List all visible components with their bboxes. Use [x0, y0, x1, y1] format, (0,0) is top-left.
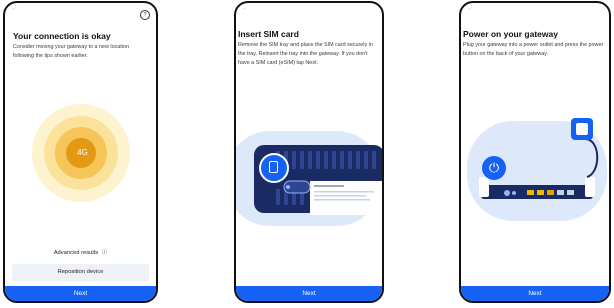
advanced-results-label: Advanced results [53, 250, 99, 256]
status-dot: · [13, 6, 15, 12]
network-badge: 4G [77, 148, 88, 157]
reposition-device-button[interactable]: Reposition device [12, 264, 149, 281]
next-button[interactable]: Next [236, 286, 382, 301]
power-outlet-icon [571, 118, 593, 140]
page-description: Plug your gateway into a power outlet an… [463, 42, 604, 57]
screen-insert-sim: · Insert SIM card Remove the SIM tray an… [234, 1, 384, 303]
next-button[interactable]: Next [461, 286, 609, 301]
status-dot: · [244, 6, 246, 12]
screen-connection-okay: · ? Your connection is okay Consider mov… [3, 1, 158, 303]
page-description: Consider moving your gateway to a new lo… [13, 44, 129, 59]
help-icon[interactable]: ? [140, 10, 150, 20]
page-description: Remove the SIM tray and place the SIM ca… [238, 42, 373, 66]
screen-power-on: · Power on your gateway Plug your gatewa… [459, 1, 611, 303]
sim-card-icon [259, 153, 289, 183]
page-title: Insert SIM card [238, 29, 299, 39]
page-title: Your connection is okay [13, 31, 111, 41]
next-button[interactable]: Next [5, 286, 156, 301]
advanced-results-link[interactable]: Advanced results ⓘ [5, 248, 156, 256]
sim-tray-illustration [236, 131, 382, 226]
info-icon: ⓘ [101, 250, 108, 256]
power-icon: ⏻ [482, 156, 506, 180]
status-dot: · [469, 6, 471, 12]
page-title: Power on your gateway [463, 29, 558, 39]
